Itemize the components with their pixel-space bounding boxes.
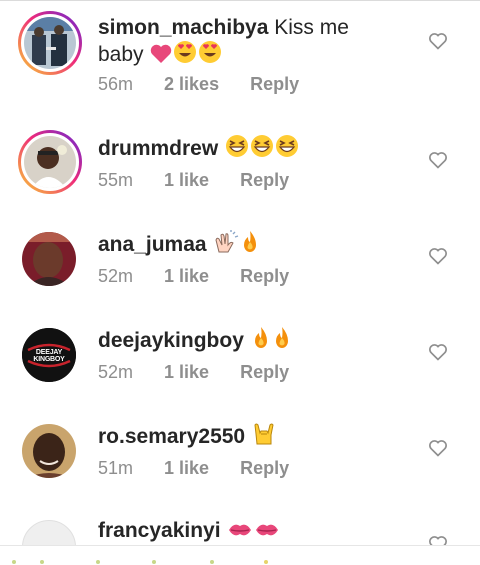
reply-button[interactable]: Reply — [240, 170, 289, 191]
bottom-bar-dot — [96, 560, 100, 564]
comment-item: simon_machibya Kiss me baby 56m 2 likes … — [0, 0, 480, 96]
timestamp: 52m — [98, 266, 134, 286]
heart-icon[interactable] — [428, 31, 448, 51]
username[interactable]: drummdrew — [98, 137, 218, 160]
comment-meta: 51m 1 like Reply — [98, 458, 315, 479]
comment-item: ro.semary2550 51m 1 like Reply — [0, 414, 480, 510]
timestamp: 56m — [98, 74, 134, 94]
username[interactable]: ana_jumaa — [98, 233, 207, 256]
comment-text: ana_jumaa — [98, 230, 410, 260]
kiss-mark-icon — [227, 520, 253, 546]
likes-count[interactable]: 1 like — [164, 170, 209, 191]
bottom-bar-dot — [210, 560, 214, 564]
timestamp: 52m — [98, 362, 134, 382]
comment-meta: 55m 1 like Reply — [98, 170, 315, 191]
clapping-hands-icon — [213, 230, 239, 260]
fire-icon — [272, 326, 292, 356]
heart-icon[interactable] — [428, 342, 448, 362]
likes-count[interactable]: 1 like — [164, 266, 209, 287]
comment-text: deejaykingboy — [98, 326, 410, 356]
likes-count[interactable]: 1 like — [164, 362, 209, 383]
username[interactable]: deejaykingboy — [98, 329, 244, 352]
bottom-bar-dot — [40, 560, 44, 564]
heart-icon[interactable] — [428, 246, 448, 266]
comment-item: DEEJAY KINGBOY deejaykingboy 52m 1 like … — [0, 318, 480, 414]
avatar[interactable] — [18, 11, 82, 75]
reply-button[interactable]: Reply — [250, 74, 299, 95]
comment-item: francyakinyi — [0, 510, 480, 546]
sign-of-the-horns-icon — [252, 422, 276, 452]
comment-item: ana_jumaa 52m 1 like Reply — [0, 222, 480, 318]
grinning-squinting-face-icon — [225, 134, 249, 164]
comment-text: drummdrew — [98, 134, 410, 164]
avatar[interactable] — [18, 130, 82, 194]
username[interactable]: simon_machibya — [98, 16, 268, 39]
comment-text-line-2: baby — [98, 40, 410, 70]
comment-meta: 56m 2 likes Reply — [98, 74, 325, 95]
username[interactable]: ro.semary2550 — [98, 425, 245, 448]
likes-count[interactable]: 1 like — [164, 458, 209, 479]
pink-heart-icon — [150, 44, 172, 70]
grinning-squinting-face-icon — [250, 134, 274, 164]
bottom-bar — [0, 545, 480, 565]
reply-button[interactable]: Reply — [240, 458, 289, 479]
bottom-bar-dot — [264, 560, 268, 564]
avatar[interactable]: DEEJAY KINGBOY — [22, 328, 76, 382]
timestamp: 55m — [98, 170, 134, 190]
username[interactable]: francyakinyi — [98, 519, 221, 542]
heart-icon[interactable] — [428, 150, 448, 170]
avatar[interactable] — [22, 520, 76, 546]
smiling-face-with-heart-eyes-icon — [198, 40, 222, 70]
fire-icon — [240, 230, 260, 260]
comment-meta: 52m 1 like Reply — [98, 362, 315, 383]
avatar[interactable] — [22, 232, 76, 286]
comment-body: baby — [98, 43, 144, 66]
smiling-face-with-heart-eyes-icon — [173, 40, 197, 70]
comment-body: Kiss me — [268, 16, 349, 39]
heart-icon[interactable] — [428, 438, 448, 458]
comment-text: simon_machibya Kiss me — [98, 15, 410, 40]
timestamp: 51m — [98, 458, 134, 478]
comment-meta: 52m 1 like Reply — [98, 266, 315, 287]
fire-icon — [251, 326, 271, 356]
kiss-mark-icon — [254, 520, 280, 546]
comment-item: drummdrew 55m 1 like Reply — [0, 126, 480, 222]
likes-count[interactable]: 2 likes — [164, 74, 219, 95]
comment-text: ro.semary2550 — [98, 422, 410, 452]
grinning-squinting-face-icon — [275, 134, 299, 164]
avatar-logo-text: DEEJAY KINGBOY — [33, 349, 65, 363]
reply-button[interactable]: Reply — [240, 266, 289, 287]
reply-button[interactable]: Reply — [240, 362, 289, 383]
comment-text: francyakinyi — [98, 518, 410, 546]
bottom-bar-dot — [152, 560, 156, 564]
avatar[interactable] — [22, 424, 76, 478]
bottom-bar-dot — [12, 560, 16, 564]
